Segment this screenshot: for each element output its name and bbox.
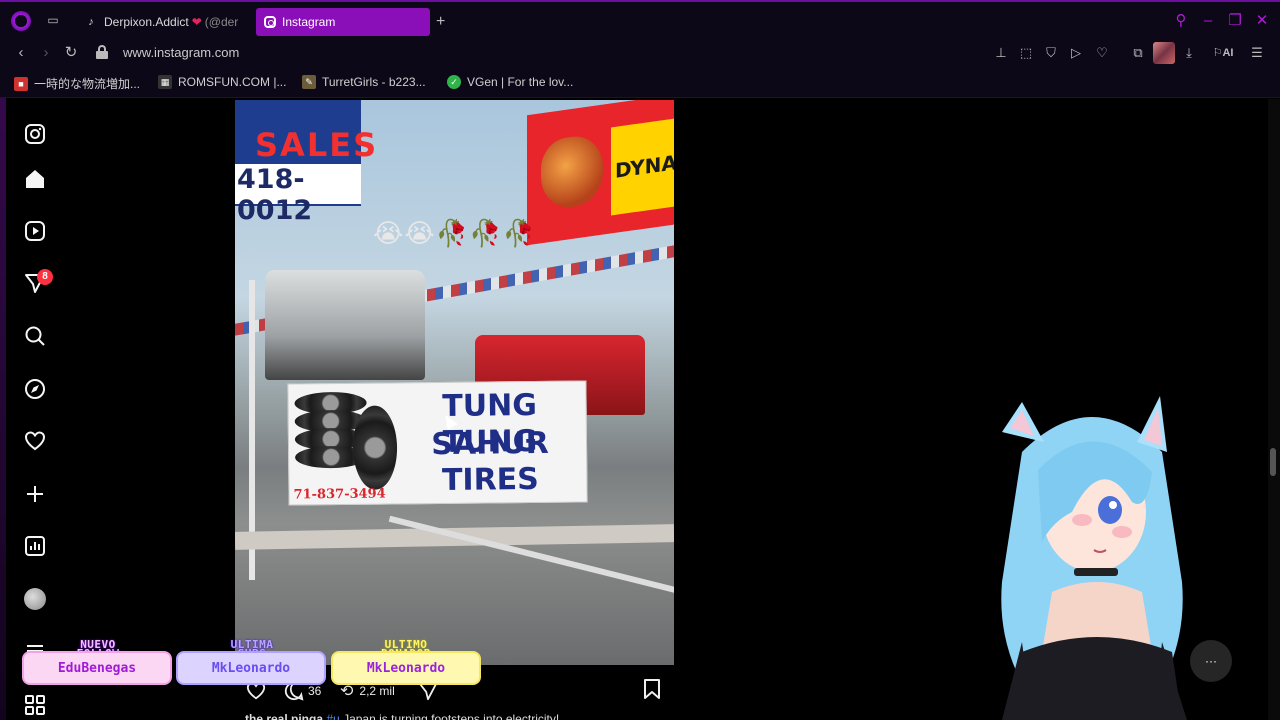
lock-icon[interactable]: [96, 45, 108, 59]
new-tab-button[interactable]: +: [436, 13, 445, 31]
extensions-icon[interactable]: ⧉: [1129, 44, 1147, 62]
forward-button[interactable]: ›: [37, 44, 55, 62]
tiktok-icon: ♪: [88, 16, 94, 28]
bookmark-item[interactable]: ▦ ROMSFUN.COM |...: [158, 75, 286, 89]
instagram-tab-icon: [264, 16, 276, 28]
shield-icon[interactable]: ⛉: [1042, 44, 1060, 62]
pin-icon[interactable]: ⊥: [992, 44, 1010, 62]
sales-sign: SALES 418-0012: [235, 100, 376, 226]
post-caption: the.real.pinga #u Japan is turning foots…: [245, 712, 559, 720]
sales-sign-text: SALES: [255, 126, 379, 164]
caption-username[interactable]: the.real.pinga: [245, 712, 323, 720]
comments-count: 36: [308, 684, 322, 698]
tab-tiktok[interactable]: ♪ Derpixon.Addict ❤ (@der: [76, 8, 246, 36]
tab-tiktok-suffix: (@der: [204, 15, 239, 29]
reload-button[interactable]: ↻: [62, 44, 80, 62]
tire-stack-image: [294, 391, 399, 490]
tab-tiktok-title: Derpixon.Addict: [104, 15, 189, 29]
reels-icon[interactable]: [22, 218, 48, 244]
bookmark-label: TurretGirls - b223...: [322, 75, 426, 89]
explore-icon[interactable]: [22, 376, 48, 402]
opera-menu-icon[interactable]: [11, 11, 31, 31]
easy-setup-icon[interactable]: ☰: [1248, 44, 1266, 62]
chip-follow: EduBenegas: [22, 651, 172, 685]
also-from-meta-icon[interactable]: [22, 692, 48, 718]
search-tabs-icon[interactable]: ⚲: [1172, 12, 1190, 30]
maximize-button[interactable]: ❐: [1226, 12, 1244, 30]
chip-subs: MkLeonardo: [176, 651, 326, 685]
profile-avatar-icon[interactable]: [1153, 42, 1175, 64]
bookmark-favicon-icon: ■: [14, 76, 28, 91]
bookmark-icon: [644, 679, 660, 699]
home-icon[interactable]: [22, 166, 48, 192]
dashboard-icon[interactable]: [22, 533, 48, 559]
back-button[interactable]: ‹: [12, 44, 30, 62]
snapshot-icon[interactable]: ⬚: [1017, 44, 1035, 62]
send-icon[interactable]: ▷: [1067, 44, 1085, 62]
bookmark-item[interactable]: ✎ TurretGirls - b223...: [302, 75, 426, 89]
instagram-logo-icon[interactable]: [22, 121, 48, 147]
more-options-button[interactable]: ···: [1190, 640, 1232, 682]
reposts-count: 2,2 mil: [359, 684, 395, 698]
workspaces-icon[interactable]: ▭: [46, 13, 60, 27]
bookmark-favicon-icon: ✎: [302, 75, 316, 89]
tire-sign-line-3: TIRES: [441, 461, 539, 498]
caption-hashtag[interactable]: #u: [326, 712, 339, 720]
profile-avatar[interactable]: [24, 588, 46, 610]
tire-sign: TUNG TUNG SAHUR TIRES 71-837-3494: [287, 380, 588, 506]
bookmarks-bar: ■ 一時的な物流増加... ▦ ROMSFUN.COM |... ✎ Turre…: [0, 68, 1280, 98]
vtuber-avatar: [1001, 396, 1187, 720]
create-plus-icon[interactable]: [22, 481, 48, 507]
scrollbar-track[interactable]: [1268, 99, 1280, 720]
heart-bookmark-icon[interactable]: ♡: [1093, 44, 1111, 62]
white-truck: [265, 270, 425, 380]
sales-sign-number: 418-0012: [235, 164, 361, 226]
bookmark-favicon-icon: ✓: [447, 75, 461, 89]
address-bar: ‹ › ↻ www.instagram.com ⊥ ⬚ ⛉ ▷ ♡ ⧉ ⤓ ⚐A…: [0, 38, 1280, 68]
billboard-food-image: [541, 132, 603, 212]
bookmark-label: ROMSFUN.COM |...: [178, 75, 287, 89]
aria-ai-button[interactable]: ⚐AI: [1207, 44, 1239, 62]
emoji-overlay: 😭😭🥀🥀🥀: [373, 218, 536, 248]
notification-badge: 8: [37, 269, 53, 285]
bookmark-label: VGen | For the lov...: [467, 75, 574, 89]
post-image[interactable]: SALES 418-0012 DYNAM 😭😭🥀🥀🥀 TUNG TUNG SAH…: [235, 100, 674, 665]
scrollbar-thumb[interactable]: [1270, 448, 1276, 476]
tab-instagram[interactable]: Instagram: [256, 8, 430, 36]
url-field[interactable]: www.instagram.com: [123, 45, 239, 60]
bookmark-favicon-icon: ▦: [158, 75, 172, 89]
close-window-button[interactable]: ✕: [1253, 12, 1271, 30]
heart-icon: ❤: [191, 15, 202, 29]
billboard: DYNAM: [527, 100, 674, 246]
tab-instagram-title: Instagram: [282, 15, 336, 29]
download-icon[interactable]: ⤓: [1180, 44, 1198, 62]
save-post-button[interactable]: [642, 678, 662, 700]
tire-sign-phone: 71-837-3494: [293, 486, 386, 503]
tire-sign-line-2: SAHUR: [431, 425, 549, 463]
bookmark-label: 一時的な物流増加...: [34, 77, 141, 91]
notifications-heart-icon[interactable]: [22, 428, 48, 454]
bookmark-item[interactable]: ■ 一時的な物流増加...: [14, 75, 140, 92]
chip-donor: MkLeonardo: [331, 651, 481, 685]
search-icon[interactable]: [22, 323, 48, 349]
minimize-button[interactable]: –: [1199, 12, 1217, 30]
bookmark-item[interactable]: ✓ VGen | For the lov...: [447, 75, 573, 89]
ai-label: AI: [1222, 47, 1234, 59]
caption-text: Japan is turning footsteps into electric…: [343, 712, 560, 720]
tab-bar: ▭ ♪ Derpixon.Addict ❤ (@der Instagram + …: [0, 0, 1280, 40]
